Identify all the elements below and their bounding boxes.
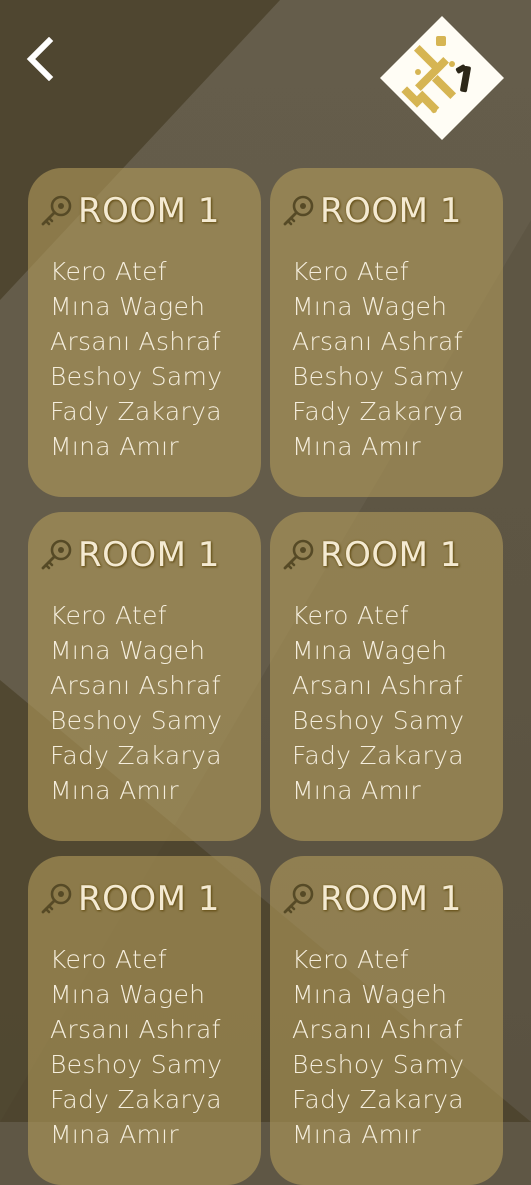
member-name: Kero Atef — [292, 257, 409, 286]
member-list: Kero Atef Mına Wageh Arsanı Ashraf Besho… — [282, 942, 503, 1152]
member-name: Fady Zakarya — [50, 397, 222, 426]
key-icon — [40, 882, 74, 916]
room-card[interactable]: ROOM 1 Kero Atef Mına Wageh Arsanı Ashra… — [270, 512, 503, 841]
room-header: ROOM 1 — [40, 532, 261, 578]
member-name: Mına Amır — [292, 1120, 422, 1149]
member-name: Mına Wageh — [50, 636, 206, 665]
member-name: Kero Atef — [50, 945, 167, 974]
member-name: Kero Atef — [292, 601, 409, 630]
member-name: Arsanı Ashraf — [50, 327, 221, 356]
member-name: Mına Wageh — [50, 292, 206, 321]
room-title: ROOM 1 — [78, 879, 220, 919]
room-card[interactable]: ROOM 1 Kero Atef Mına Wageh Arsanı Ashra… — [270, 856, 503, 1185]
member-name: Arsanı Ashraf — [50, 1015, 221, 1044]
member-name: Arsanı Ashraf — [292, 671, 463, 700]
room-title: ROOM 1 — [78, 535, 220, 575]
key-icon — [282, 194, 316, 228]
member-name: Fady Zakarya — [292, 397, 464, 426]
member-name: Mına Amır — [292, 776, 422, 805]
member-name: Fady Zakarya — [292, 741, 464, 770]
room-header: ROOM 1 — [40, 188, 261, 234]
logo-mark — [380, 16, 504, 140]
member-name: Beshoy Samy — [292, 706, 465, 735]
member-name: Mına Amır — [50, 432, 180, 461]
member-name: Arsanı Ashraf — [50, 671, 221, 700]
member-list: Kero Atef Mına Wageh Arsanı Ashraf Besho… — [40, 942, 261, 1152]
member-list: Kero Atef Mına Wageh Arsanı Ashraf Besho… — [40, 254, 261, 464]
member-list: Kero Atef Mına Wageh Arsanı Ashraf Besho… — [282, 598, 503, 808]
app-logo — [378, 14, 506, 142]
member-name: Beshoy Samy — [292, 1050, 465, 1079]
member-name: Beshoy Samy — [50, 1050, 223, 1079]
member-name: Kero Atef — [50, 601, 167, 630]
key-icon — [40, 538, 74, 572]
room-card[interactable]: ROOM 1 Kero Atef Mına Wageh Arsanı Ashra… — [28, 168, 261, 497]
room-title: ROOM 1 — [320, 879, 462, 919]
room-header: ROOM 1 — [282, 188, 503, 234]
member-name: Fady Zakarya — [50, 741, 222, 770]
member-name: Fady Zakarya — [292, 1085, 464, 1114]
room-card[interactable]: ROOM 1 Kero Atef Mına Wageh Arsanı Ashra… — [270, 168, 503, 497]
member-name: Mına Wageh — [292, 980, 448, 1009]
member-name: Mına Amır — [50, 1120, 180, 1149]
member-name: Arsanı Ashraf — [292, 327, 463, 356]
member-name: Mına Wageh — [50, 980, 206, 1009]
member-name: Mına Wageh — [292, 636, 448, 665]
key-icon — [282, 538, 316, 572]
room-header: ROOM 1 — [282, 876, 503, 922]
chevron-left-icon — [26, 37, 54, 81]
room-title: ROOM 1 — [320, 535, 462, 575]
key-icon — [40, 194, 74, 228]
member-list: Kero Atef Mına Wageh Arsanı Ashraf Besho… — [282, 254, 503, 464]
member-name: Beshoy Samy — [292, 362, 465, 391]
member-name: Mına Amır — [50, 776, 180, 805]
back-button[interactable] — [18, 36, 62, 82]
key-icon — [282, 882, 316, 916]
rooms-grid: ROOM 1 Kero Atef Mına Wageh Arsanı Ashra… — [28, 168, 503, 1185]
room-title: ROOM 1 — [78, 191, 220, 231]
member-name: Kero Atef — [50, 257, 167, 286]
member-name: Fady Zakarya — [50, 1085, 222, 1114]
header — [0, 0, 531, 160]
member-name: Kero Atef — [292, 945, 409, 974]
room-card[interactable]: ROOM 1 Kero Atef Mına Wageh Arsanı Ashra… — [28, 512, 261, 841]
room-header: ROOM 1 — [282, 532, 503, 578]
member-name: Beshoy Samy — [50, 706, 223, 735]
room-header: ROOM 1 — [40, 876, 261, 922]
member-name: Arsanı Ashraf — [292, 1015, 463, 1044]
member-name: Beshoy Samy — [50, 362, 223, 391]
member-name: Mına Wageh — [292, 292, 448, 321]
room-title: ROOM 1 — [320, 191, 462, 231]
room-card[interactable]: ROOM 1 Kero Atef Mına Wageh Arsanı Ashra… — [28, 856, 261, 1185]
member-list: Kero Atef Mına Wageh Arsanı Ashraf Besho… — [40, 598, 261, 808]
member-name: Mına Amır — [292, 432, 422, 461]
